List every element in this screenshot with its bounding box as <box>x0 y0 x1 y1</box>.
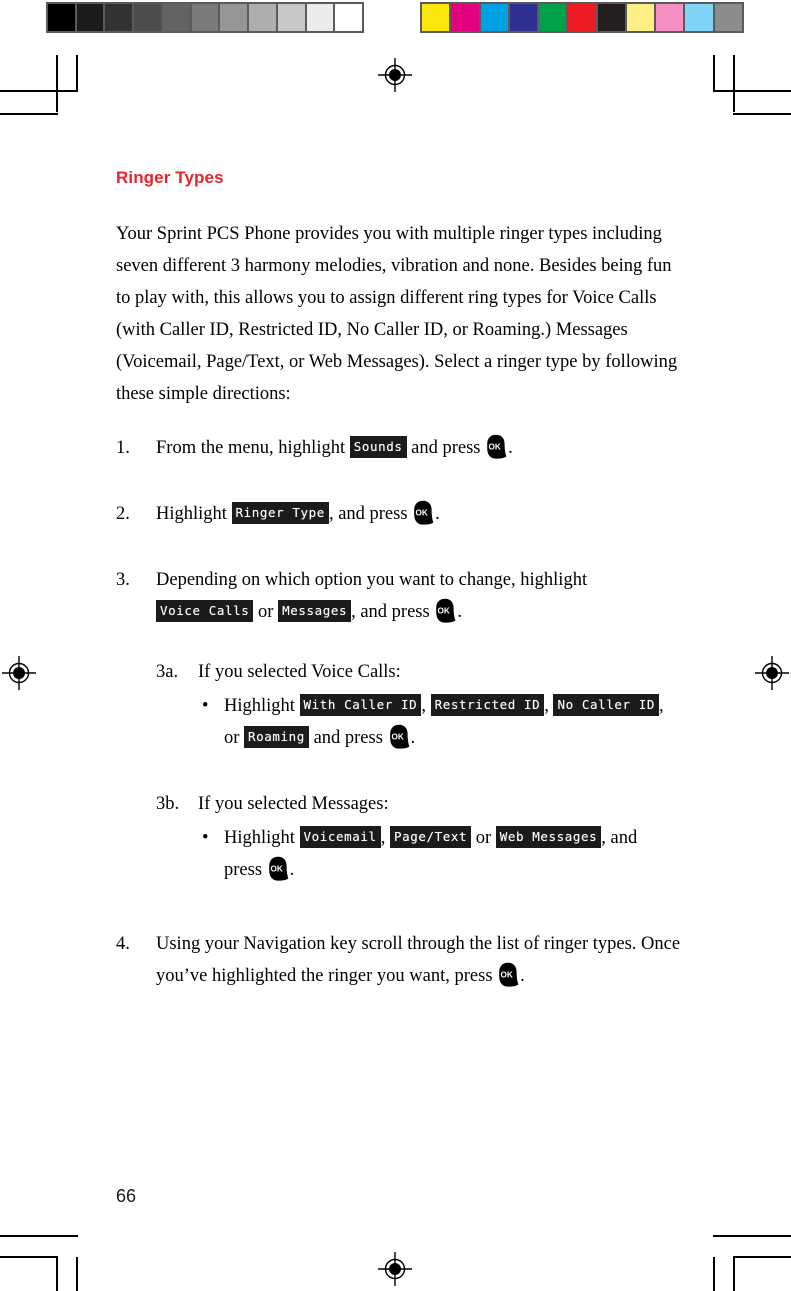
step-text: . <box>457 602 462 622</box>
step-text: or <box>258 602 274 622</box>
menu-item-roaming[interactable]: Roaming <box>244 726 309 748</box>
step-text: Using your Navigation key scroll through… <box>156 934 681 986</box>
page-title: Ringer Types <box>116 168 224 187</box>
step-text: , and press <box>328 504 408 524</box>
substep-label: 3b. <box>156 794 180 814</box>
separator: , <box>544 696 549 716</box>
step-3b-bullet: • Highlight Voicemail, Page/Text or Web … <box>198 822 681 886</box>
manual-page: Ringer Types Your Sprint PCS Phone provi… <box>0 0 791 1291</box>
menu-item-page-text[interactable]: Page/Text <box>389 826 472 848</box>
menu-item-web-messages[interactable]: Web Messages <box>495 826 602 848</box>
bullet-lead-text: Highlight <box>224 696 295 716</box>
intro-paragraph: Your Sprint PCS Phone provides you with … <box>116 224 678 404</box>
svg-text:OK: OK <box>270 864 282 873</box>
bullet-icon: • <box>202 696 209 716</box>
step-3a: 3a. If you selected Voice Calls: • Highl… <box>156 656 681 754</box>
step-text: and press <box>313 728 383 748</box>
step-text: . <box>410 728 416 748</box>
instruction-steps: 1. From the menu, highlight Sounds and p… <box>116 432 681 992</box>
separator: , <box>421 696 426 716</box>
ok-key-icon[interactable]: OK <box>389 724 410 749</box>
svg-text:OK: OK <box>391 732 403 741</box>
ok-key-icon[interactable]: OK <box>435 598 456 623</box>
step-1: 1. From the menu, highlight Sounds and p… <box>116 432 681 464</box>
step-text: Highlight <box>156 504 227 524</box>
bullet-icon: • <box>202 828 209 848</box>
step-text: , and <box>601 828 638 848</box>
menu-item-restricted-id[interactable]: Restricted ID <box>430 694 545 716</box>
step-number: 1. <box>116 438 130 458</box>
menu-item-with-caller-id[interactable]: With Caller ID <box>299 694 422 716</box>
svg-text:OK: OK <box>501 970 513 979</box>
ok-key-icon[interactable]: OK <box>268 856 289 881</box>
step-4: 4. Using your Navigation key scroll thro… <box>116 928 681 992</box>
menu-item-ringer-type[interactable]: Ringer Type <box>231 502 329 524</box>
step-number: 2. <box>116 504 130 524</box>
step-number: 4. <box>116 934 130 954</box>
substep-heading: If you selected Voice Calls: <box>198 662 401 682</box>
step-2: 2. Highlight Ringer Type, and press OK . <box>116 498 681 530</box>
svg-text:OK: OK <box>416 508 428 517</box>
menu-item-sounds[interactable]: Sounds <box>349 436 407 458</box>
step-text: . <box>435 504 440 524</box>
step-3b: 3b. If you selected Messages: • Highligh… <box>156 788 681 886</box>
step-text: , and press <box>351 602 430 622</box>
substep-heading: If you selected Messages: <box>198 794 389 814</box>
separator: , <box>380 828 386 848</box>
step-text: and press <box>411 438 481 458</box>
step-3a-bullet: • Highlight With Caller ID, Restricted I… <box>198 690 681 754</box>
bullet-lead-text: Highlight <box>224 828 295 848</box>
step-text: . <box>289 860 295 880</box>
menu-item-messages[interactable]: Messages <box>278 600 352 622</box>
press-label: press <box>224 860 263 880</box>
substep-label: 3a. <box>156 662 179 682</box>
ok-key-icon[interactable]: OK <box>498 962 519 987</box>
svg-text:OK: OK <box>438 606 450 615</box>
ok-key-icon[interactable]: OK <box>486 434 507 459</box>
step-text: Depending on which option you want to ch… <box>156 570 588 590</box>
step-3: 3. Depending on which option you want to… <box>116 564 681 886</box>
step-number: 3. <box>116 570 130 590</box>
menu-item-no-caller-id[interactable]: No Caller ID <box>553 694 659 716</box>
menu-item-voice-calls[interactable]: Voice Calls <box>156 600 254 622</box>
svg-text:OK: OK <box>489 442 501 451</box>
step-text: or <box>475 828 492 848</box>
menu-item-voicemail[interactable]: Voicemail <box>299 826 381 848</box>
page-content: Ringer Types Your Sprint PCS Phone provi… <box>116 168 681 1014</box>
ok-key-icon[interactable]: OK <box>413 500 434 525</box>
step-text: . <box>520 966 525 986</box>
step-text: From the menu, highlight <box>156 438 346 458</box>
step-text: . <box>508 438 513 458</box>
page-number: 66 <box>116 1186 137 1206</box>
